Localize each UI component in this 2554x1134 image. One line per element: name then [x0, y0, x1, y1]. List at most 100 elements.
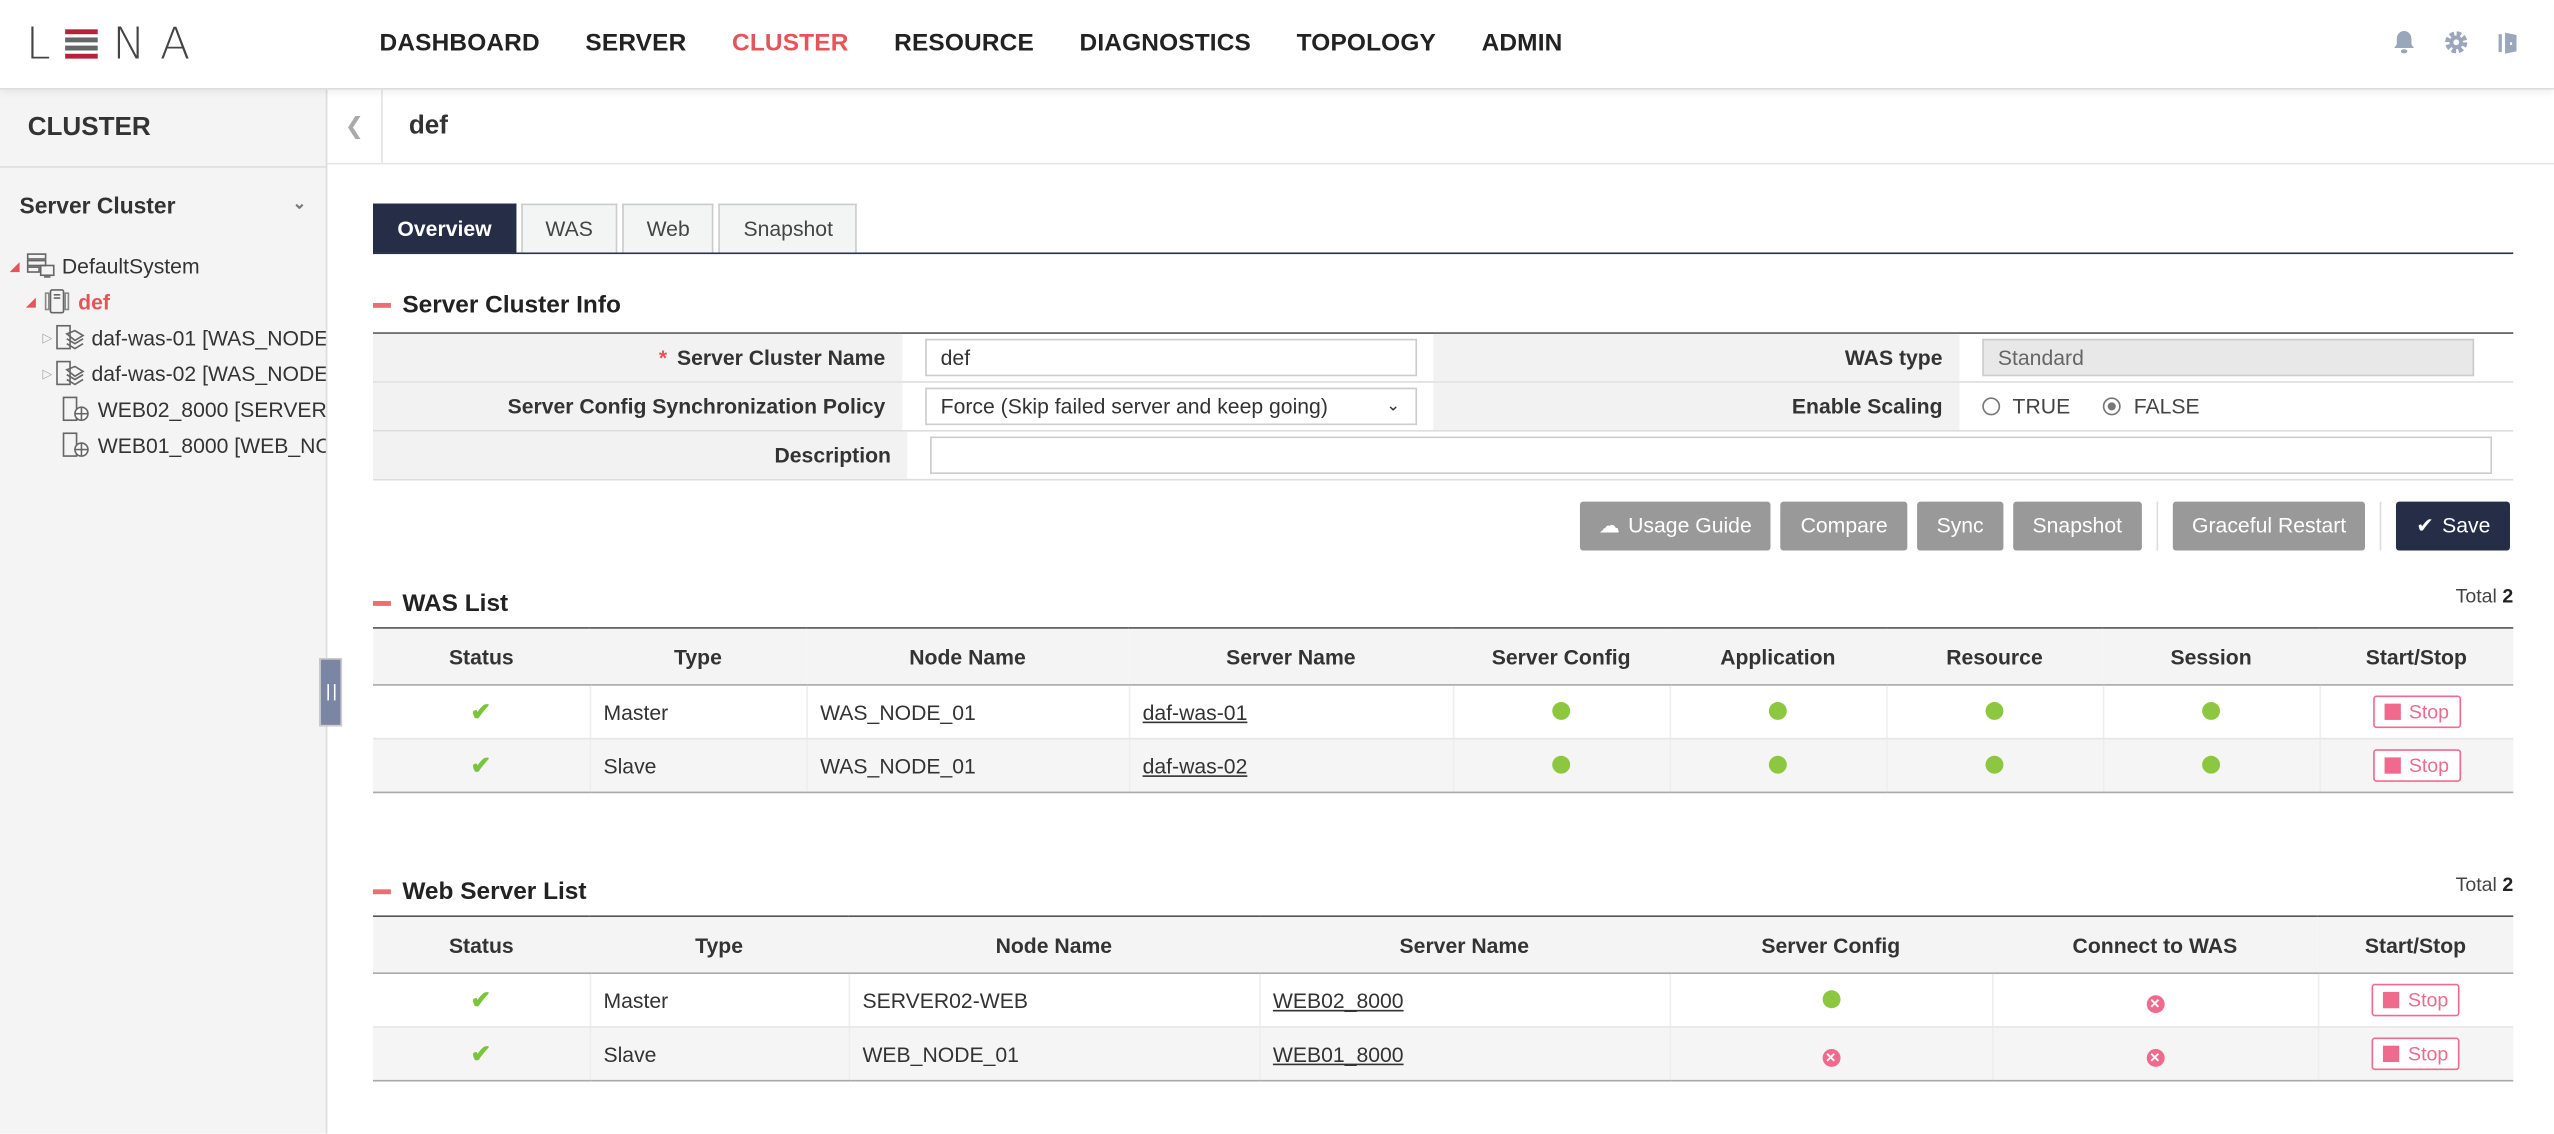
tree-item-def[interactable]: ◢ def	[0, 283, 326, 319]
status-ok-check-icon: ✔	[470, 1040, 492, 1069]
sync-button[interactable]: Sync	[1917, 501, 2004, 551]
col-resource[interactable]: Resource	[1886, 627, 2103, 686]
col-start-stop[interactable]: Start/Stop	[2317, 915, 2514, 975]
check-icon: ✔	[2416, 513, 2435, 538]
server-name-link[interactable]: WEB02_8000	[1273, 988, 1404, 1012]
section-dash-icon	[372, 600, 391, 606]
expand-toggle-icon[interactable]: ◢	[23, 294, 39, 309]
col-server-config[interactable]: Server Config	[1452, 627, 1670, 686]
table-row: ✔ Master WAS_NODE_01 daf-was-01 Stop	[372, 684, 2514, 740]
usage-guide-button[interactable]: ☁ Usage Guide	[1579, 501, 1772, 551]
expand-toggle-icon[interactable]: ▷	[42, 330, 52, 345]
nav-resource[interactable]: RESOURCE	[894, 29, 1034, 57]
server-cluster-dropdown[interactable]: Server Cluster ⌄	[0, 168, 326, 241]
tree-item-web02[interactable]: WEB02_8000 [SERVER02-	[0, 391, 326, 427]
tab-web[interactable]: Web	[622, 203, 715, 253]
graceful-restart-button[interactable]: Graceful Restart	[2172, 501, 2366, 551]
tree-item-label: WEB01_8000 [WEB_NOD	[97, 432, 326, 457]
col-node-name[interactable]: Node Name	[806, 627, 1129, 686]
table-row: ✔ Master SERVER02-WEB WEB02_8000 ✕ Stop	[372, 973, 2514, 1028]
chevron-down-icon: ⌄	[292, 195, 307, 214]
tree-item-defaultsystem[interactable]: ◢ DefaultSystem	[0, 248, 326, 284]
sidebar-resize-handle[interactable]	[319, 658, 343, 727]
status-green-dot-icon	[2202, 701, 2221, 720]
expand-toggle-icon[interactable]: ◢	[7, 258, 23, 273]
nav-admin[interactable]: ADMIN	[1482, 29, 1563, 57]
table-row: ✔ Slave WEB_NODE_01 WEB01_8000 ✕ ✕ Stop	[372, 1026, 2514, 1082]
was-list-table: Status Type Node Name Server Name Server…	[372, 627, 2514, 794]
nav-cluster[interactable]: CLUSTER	[732, 29, 849, 57]
status-ok-check-icon: ✔	[470, 987, 492, 1015]
col-node-name[interactable]: Node Name	[848, 915, 1260, 975]
server-cluster-info-heading: Server Cluster Info	[372, 287, 2513, 323]
server-name-link[interactable]: daf-was-02	[1143, 753, 1248, 777]
cloud-icon: ☁	[1598, 513, 1620, 538]
scaling-false-radio[interactable]: FALSE	[2102, 394, 2200, 419]
sidebar-section-label: Server Cluster	[19, 191, 176, 218]
sync-policy-select[interactable]: Force (Skip failed server and keep going…	[924, 387, 1417, 426]
col-status[interactable]: Status	[372, 627, 590, 686]
compare-button[interactable]: Compare	[1781, 501, 1908, 551]
col-server-name[interactable]: Server Name	[1259, 915, 1670, 975]
sync-policy-label: Server Config Synchronization Policy	[372, 382, 902, 431]
tree-item-web01[interactable]: WEB01_8000 [WEB_NOD	[0, 427, 326, 463]
expand-toggle-icon[interactable]: ▷	[42, 366, 52, 381]
tab-snapshot[interactable]: Snapshot	[719, 203, 858, 253]
col-status[interactable]: Status	[372, 915, 590, 975]
nav-topology[interactable]: TOPOLOGY	[1297, 29, 1436, 57]
col-session[interactable]: Session	[2102, 627, 2320, 686]
scaling-true-radio[interactable]: TRUE	[1981, 394, 2070, 419]
table-row: ✔ Slave WAS_NODE_01 daf-was-02 Stop	[372, 738, 2514, 794]
server-name-link[interactable]: WEB01_8000	[1273, 1042, 1404, 1066]
was-server-icon	[56, 360, 85, 386]
snapshot-button[interactable]: Snapshot	[2012, 501, 2142, 551]
button-label: Usage Guide	[1628, 513, 1752, 538]
description-input[interactable]	[930, 436, 2493, 474]
status-green-dot-icon	[1768, 701, 1787, 720]
save-button[interactable]: ✔ Save	[2396, 501, 2510, 551]
status-ok-check-icon: ✔	[470, 698, 492, 727]
sidebar: CLUSTER Server Cluster ⌄ ◢ DefaultSystem…	[0, 89, 328, 1134]
stop-button[interactable]: Stop	[2372, 1037, 2460, 1071]
stop-button[interactable]: Stop	[2373, 749, 2461, 782]
stop-button[interactable]: Stop	[2373, 695, 2461, 729]
nav-server[interactable]: SERVER	[585, 29, 686, 57]
logout-door-icon[interactable]	[2495, 29, 2521, 55]
server-name-link[interactable]: daf-was-01	[1143, 700, 1248, 724]
collapse-sidebar-button[interactable]: ❮	[327, 89, 383, 163]
col-type[interactable]: Type	[589, 627, 807, 686]
status-error-x-icon: ✕	[2145, 994, 2164, 1013]
tree-item-daf-was-01[interactable]: ▷ daf-was-01 [WAS_NODE_	[0, 319, 326, 355]
status-error-x-icon: ✕	[1821, 1048, 1840, 1067]
col-server-name[interactable]: Server Name	[1128, 627, 1453, 686]
bell-icon[interactable]	[2391, 29, 2417, 55]
logo-e-bars-icon	[65, 28, 98, 61]
nav-diagnostics[interactable]: DIAGNOSTICS	[1080, 29, 1251, 57]
col-start-stop[interactable]: Start/Stop	[2319, 627, 2514, 686]
total-value: 2	[2502, 584, 2514, 608]
col-server-config[interactable]: Server Config	[1669, 915, 1993, 975]
nav-dashboard[interactable]: DASHBOARD	[380, 29, 540, 57]
section-title-text: WAS List	[402, 588, 509, 617]
col-application[interactable]: Application	[1669, 627, 1887, 686]
top-navigation-bar: L NA DASHBOARD SERVER CLUSTER RESOURCE D…	[0, 0, 2554, 90]
radio-label: FALSE	[2133, 394, 2200, 419]
tab-was[interactable]: WAS	[520, 203, 618, 253]
col-type[interactable]: Type	[589, 915, 849, 975]
tree-item-daf-was-02[interactable]: ▷ daf-was-02 [WAS_NODE_	[0, 355, 326, 391]
tab-overview[interactable]: Overview	[372, 203, 517, 253]
web-server-icon	[62, 396, 91, 422]
cluster-name-input[interactable]: def	[924, 338, 1417, 377]
description-label: Description	[372, 431, 908, 479]
status-green-dot-icon	[1768, 754, 1787, 773]
total-label: Total	[2455, 584, 2497, 608]
col-connect-to-was[interactable]: Connect to WAS	[1992, 915, 2318, 975]
section-dash-icon	[372, 302, 391, 308]
button-label: Save	[2442, 513, 2491, 538]
node-name-cell: WEB_NODE_01	[847, 1026, 1260, 1082]
toolbar-divider	[2156, 501, 2158, 551]
tab-bar: Overview WAS Web Snapshot	[372, 203, 2514, 255]
gear-icon[interactable]	[2443, 29, 2469, 55]
stop-button[interactable]: Stop	[2372, 983, 2460, 1017]
lena-logo[interactable]: L NA	[26, 20, 205, 70]
